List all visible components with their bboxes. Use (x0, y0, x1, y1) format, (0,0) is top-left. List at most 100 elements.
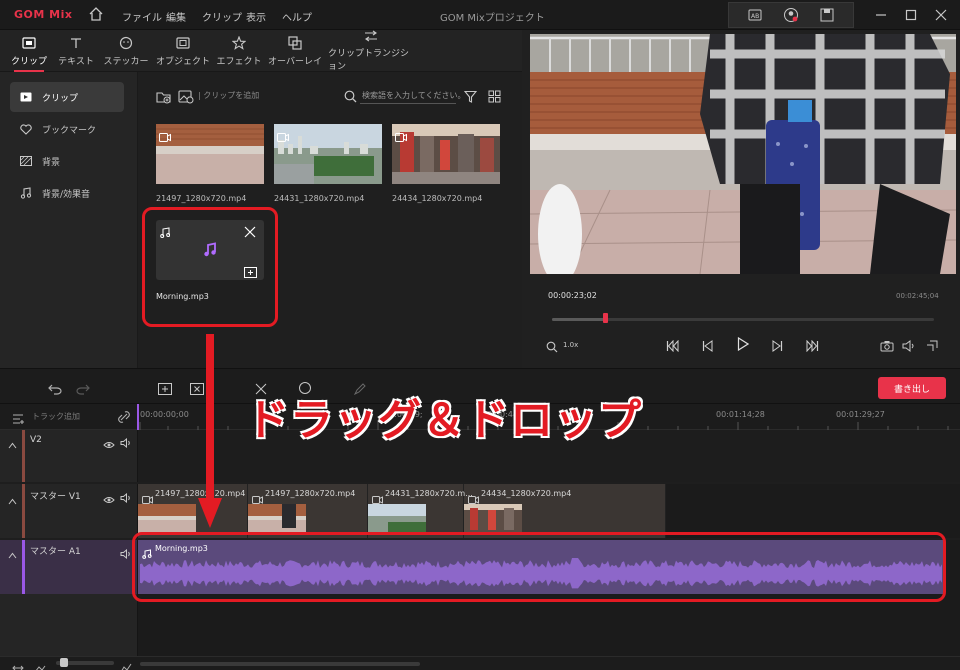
clip-name: 24434_1280x720.mp4 (392, 194, 483, 203)
redo-icon[interactable] (76, 380, 90, 399)
add-track-button[interactable]: トラック追加 (32, 411, 80, 422)
add-folder-icon[interactable] (156, 88, 172, 106)
overlay-icon (288, 35, 302, 50)
maximize-icon[interactable] (896, 3, 926, 27)
menu-view[interactable]: 表示 (246, 9, 266, 24)
add-image-icon[interactable] (178, 88, 194, 106)
menu-edit[interactable]: 編集 (166, 9, 186, 24)
seek-progress (552, 318, 606, 321)
eye-icon[interactable] (103, 434, 115, 453)
playhead[interactable] (137, 404, 139, 430)
collapse-icon[interactable] (8, 544, 17, 563)
tab-text[interactable]: テキスト (54, 30, 98, 72)
menu-clip[interactable]: クリップ (202, 9, 242, 24)
detach-icon[interactable] (926, 337, 938, 356)
highlight-box (142, 207, 278, 327)
tab-transition[interactable]: クリップトランジション (328, 30, 414, 72)
tab-label: ステッカー (103, 56, 149, 67)
tab-label: クリップトランジション (328, 49, 410, 72)
zoom-icon[interactable] (546, 338, 558, 357)
zoom-out-icon[interactable] (34, 658, 46, 670)
zoom-level: 1.0x (563, 341, 579, 349)
timeline-clip-thumbnail (138, 504, 196, 534)
sidebar-item-clip[interactable]: クリップ (10, 82, 124, 112)
timeline-clip-label: 24434_1280x720.mp4 (481, 489, 572, 498)
snap-icon[interactable] (118, 408, 130, 427)
speaker-icon[interactable] (120, 544, 132, 563)
fit-icon[interactable] (12, 658, 24, 670)
search-input[interactable]: 検索語を入力してください。 (362, 90, 466, 101)
clip-thumbnail[interactable] (274, 124, 382, 184)
clip-icon (20, 92, 34, 102)
add-track-icon[interactable] (12, 410, 24, 429)
account-icon[interactable] (776, 3, 806, 27)
snapshot-icon[interactable] (880, 337, 894, 356)
speaker-icon[interactable] (120, 488, 132, 507)
video-icon (159, 127, 171, 142)
timeline-clip-label: 24431_1280x720.m... (385, 489, 473, 498)
home-icon[interactable] (88, 6, 104, 26)
track-color-bar (22, 540, 25, 594)
sidebar-item-label: クリップ (42, 93, 79, 104)
sidebar-item-label: ブックマーク (42, 125, 97, 136)
search-underline (360, 103, 456, 104)
tab-label: エフェクト (216, 56, 262, 67)
play-icon[interactable] (737, 336, 750, 355)
tab-label: テキスト (58, 56, 94, 67)
add-clip-button[interactable]: | クリップを追加 (198, 90, 259, 101)
tab-overlay[interactable]: オーバーレイ (268, 30, 322, 72)
skip-end-icon[interactable] (805, 337, 819, 356)
zoom-slider-handle[interactable] (60, 658, 68, 667)
tab-effect[interactable]: エフェクト (214, 30, 264, 72)
next-frame-icon[interactable] (771, 337, 783, 356)
video-icon (395, 127, 407, 142)
sidebar-item-bookmark[interactable]: ブックマーク (10, 114, 124, 144)
zoom-in-icon[interactable] (120, 658, 132, 670)
clip-thumbnail[interactable] (156, 124, 264, 184)
track-name: マスター A1 (30, 547, 81, 557)
ruler-label: 00:00:00;00 (140, 410, 189, 419)
skip-start-icon[interactable] (666, 337, 680, 356)
insert-icon[interactable] (158, 380, 172, 399)
ruler-label: 00:01:14;28 (716, 410, 765, 419)
menu-help[interactable]: ヘルプ (282, 9, 312, 24)
filter-icon[interactable] (463, 88, 478, 107)
grid-view-icon[interactable] (488, 88, 501, 107)
track-header-empty (0, 594, 138, 656)
effect-icon (232, 35, 246, 50)
track-name: マスター V1 (30, 492, 81, 502)
tab-object[interactable]: オブジェクト (156, 30, 210, 72)
collapse-icon[interactable] (8, 490, 17, 509)
seek-handle[interactable] (603, 313, 609, 323)
timeline-scrollbar[interactable] (140, 662, 420, 666)
clip-name: 21497_1280x720.mp4 (156, 194, 247, 203)
export-button[interactable]: 書き出し (878, 377, 946, 399)
menu-file[interactable]: ファイル (122, 9, 162, 24)
sidebar-item-bgm[interactable]: 背景/効果音 (10, 178, 124, 208)
total-time: 00:02:45;04 (896, 292, 939, 300)
tab-label: クリップ (10, 56, 47, 67)
sidebar-item-background[interactable]: 背景 (10, 146, 124, 176)
timeline-clip-thumbnail (464, 504, 522, 534)
speaker-icon[interactable] (120, 433, 132, 452)
close-icon[interactable] (926, 3, 956, 27)
sidebar-item-label: 背景/効果音 (42, 189, 91, 200)
tab-label: オブジェクト (156, 56, 211, 67)
undo-icon[interactable] (48, 380, 62, 399)
ruler-label: 00:01:29;27 (836, 410, 885, 419)
collapse-icon[interactable] (8, 434, 17, 453)
volume-icon[interactable] (902, 337, 916, 356)
subtitle-icon[interactable]: AB (740, 3, 770, 27)
eye-icon[interactable] (103, 489, 115, 508)
timeline-clip-thumbnail (248, 504, 306, 534)
tab-label: オーバーレイ (268, 56, 322, 67)
tab-sticker[interactable]: ステッカー (100, 30, 152, 72)
search-icon (344, 88, 357, 107)
prev-frame-icon[interactable] (702, 337, 714, 356)
seek-bar[interactable] (552, 313, 934, 323)
minimize-icon[interactable] (866, 3, 896, 27)
clip-thumbnail[interactable] (392, 124, 500, 184)
svg-text:AB: AB (751, 13, 759, 20)
tab-clip[interactable]: クリップ (6, 30, 52, 72)
save-icon[interactable] (812, 3, 842, 27)
